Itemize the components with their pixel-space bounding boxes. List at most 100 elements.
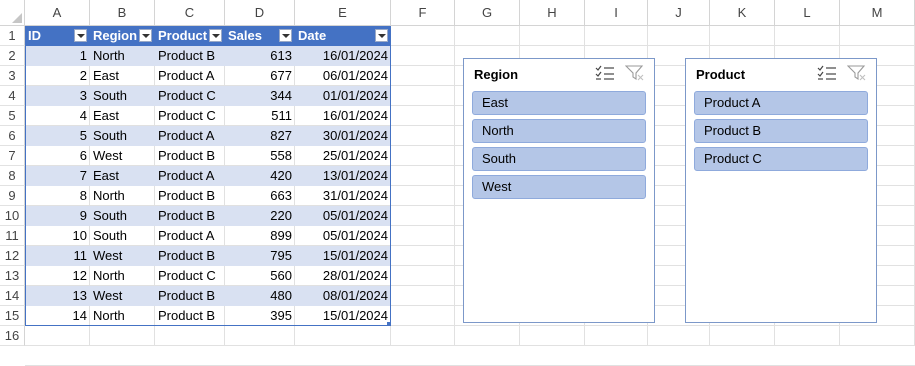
column-header-j[interactable]: J	[648, 0, 710, 26]
row-header-15[interactable]: 15	[0, 306, 25, 326]
table-cell-sales[interactable]: 420	[225, 166, 295, 186]
table-cell-date[interactable]: 30/01/2024	[295, 126, 391, 146]
table-cell-id[interactable]: 14	[25, 306, 90, 326]
table-cell-date[interactable]: 28/01/2024	[295, 266, 391, 286]
column-header-f[interactable]: F	[391, 0, 455, 26]
row-header-13[interactable]: 13	[0, 266, 25, 286]
slicer-item-north[interactable]: North	[472, 119, 646, 143]
table-cell-sales[interactable]: 827	[225, 126, 295, 146]
table-cell-sales[interactable]: 220	[225, 206, 295, 226]
row-header-12[interactable]: 12	[0, 246, 25, 266]
filter-dropdown-icon[interactable]	[209, 29, 222, 42]
row-header-10[interactable]: 10	[0, 206, 25, 226]
table-cell-sales[interactable]: 560	[225, 266, 295, 286]
filter-dropdown-icon[interactable]	[74, 29, 87, 42]
table-cell-date[interactable]: 15/01/2024	[295, 306, 391, 326]
table-cell-region[interactable]: West	[90, 286, 155, 306]
table-cell-product[interactable]: Product C	[155, 86, 225, 106]
table-cell-product[interactable]: Product B	[155, 186, 225, 206]
row-header-3[interactable]: 3	[0, 66, 25, 86]
table-cell-id[interactable]: 4	[25, 106, 90, 126]
row-header-11[interactable]: 11	[0, 226, 25, 246]
multi-select-icon[interactable]	[595, 64, 615, 82]
column-header-g[interactable]: G	[455, 0, 520, 26]
column-header-c[interactable]: C	[155, 0, 225, 26]
table-cell-date[interactable]: 16/01/2024	[295, 106, 391, 126]
table-cell-sales[interactable]: 480	[225, 286, 295, 306]
table-cell-region[interactable]: East	[90, 66, 155, 86]
table-cell-product[interactable]: Product B	[155, 146, 225, 166]
column-header-e[interactable]: E	[295, 0, 391, 26]
table-cell-date[interactable]: 16/01/2024	[295, 46, 391, 66]
column-header-l[interactable]: L	[775, 0, 840, 26]
table-cell-sales[interactable]: 899	[225, 226, 295, 246]
table-cell-date[interactable]: 06/01/2024	[295, 66, 391, 86]
table-cell-region[interactable]: South	[90, 206, 155, 226]
column-header-b[interactable]: B	[90, 0, 155, 26]
table-cell-id[interactable]: 9	[25, 206, 90, 226]
table-cell-date[interactable]: 01/01/2024	[295, 86, 391, 106]
table-cell-sales[interactable]: 663	[225, 186, 295, 206]
table-cell-product[interactable]: Product B	[155, 46, 225, 66]
table-cell-sales[interactable]: 558	[225, 146, 295, 166]
table-cell-region[interactable]: East	[90, 166, 155, 186]
table-cell-sales[interactable]: 511	[225, 106, 295, 126]
filter-dropdown-icon[interactable]	[375, 29, 388, 42]
table-cell-region[interactable]: West	[90, 146, 155, 166]
table-cell-region[interactable]: South	[90, 86, 155, 106]
table-cell-id[interactable]: 1	[25, 46, 90, 66]
table-cell-id[interactable]: 10	[25, 226, 90, 246]
table-cell-product[interactable]: Product C	[155, 266, 225, 286]
table-cell-id[interactable]: 7	[25, 166, 90, 186]
table-cell-id[interactable]: 2	[25, 66, 90, 86]
table-cell-region[interactable]: North	[90, 186, 155, 206]
filter-dropdown-icon[interactable]	[279, 29, 292, 42]
table-cell-id[interactable]: 5	[25, 126, 90, 146]
row-header-7[interactable]: 7	[0, 146, 25, 166]
column-header-h[interactable]: H	[520, 0, 585, 26]
column-header-m[interactable]: M	[840, 0, 915, 26]
table-cell-region[interactable]: North	[90, 266, 155, 286]
slicer-item-product-a[interactable]: Product A	[694, 91, 868, 115]
table-cell-id[interactable]: 13	[25, 286, 90, 306]
row-header-16[interactable]: 16	[0, 326, 25, 346]
slicer-item-south[interactable]: South	[472, 147, 646, 171]
table-cell-date[interactable]: 05/01/2024	[295, 206, 391, 226]
table-cell-date[interactable]: 05/01/2024	[295, 226, 391, 246]
select-all-corner[interactable]	[0, 0, 25, 26]
row-header-5[interactable]: 5	[0, 106, 25, 126]
row-header-8[interactable]: 8	[0, 166, 25, 186]
table-cell-product[interactable]: Product B	[155, 206, 225, 226]
table-resize-handle[interactable]	[387, 322, 391, 326]
table-cell-region[interactable]: West	[90, 246, 155, 266]
row-header-1[interactable]: 1	[0, 26, 25, 46]
column-header-a[interactable]: A	[25, 0, 90, 26]
slicer-item-east[interactable]: East	[472, 91, 646, 115]
table-cell-sales[interactable]: 795	[225, 246, 295, 266]
table-cell-product[interactable]: Product A	[155, 226, 225, 246]
slicer-item-product-b[interactable]: Product B	[694, 119, 868, 143]
table-cell-sales[interactable]: 395	[225, 306, 295, 326]
table-cell-id[interactable]: 3	[25, 86, 90, 106]
table-cell-sales[interactable]: 677	[225, 66, 295, 86]
product-slicer[interactable]: Product Product A Product B Product C	[685, 58, 877, 323]
table-cell-id[interactable]: 12	[25, 266, 90, 286]
column-header-d[interactable]: D	[225, 0, 295, 26]
table-cell-id[interactable]: 6	[25, 146, 90, 166]
filter-dropdown-icon[interactable]	[139, 29, 152, 42]
table-cell-region[interactable]: North	[90, 46, 155, 66]
table-cell-product[interactable]: Product B	[155, 306, 225, 326]
table-cell-region[interactable]: South	[90, 126, 155, 146]
slicer-item-product-c[interactable]: Product C	[694, 147, 868, 171]
column-header-i[interactable]: I	[585, 0, 648, 26]
multi-select-icon[interactable]	[817, 64, 837, 82]
table-cell-product[interactable]: Product A	[155, 66, 225, 86]
table-cell-date[interactable]: 08/01/2024	[295, 286, 391, 306]
table-cell-region[interactable]: North	[90, 306, 155, 326]
table-cell-date[interactable]: 13/01/2024	[295, 166, 391, 186]
table-cell-sales[interactable]: 344	[225, 86, 295, 106]
clear-filter-icon[interactable]	[847, 64, 867, 82]
table-cell-product[interactable]: Product A	[155, 126, 225, 146]
row-header-14[interactable]: 14	[0, 286, 25, 306]
region-slicer[interactable]: Region East North South West	[463, 58, 655, 323]
